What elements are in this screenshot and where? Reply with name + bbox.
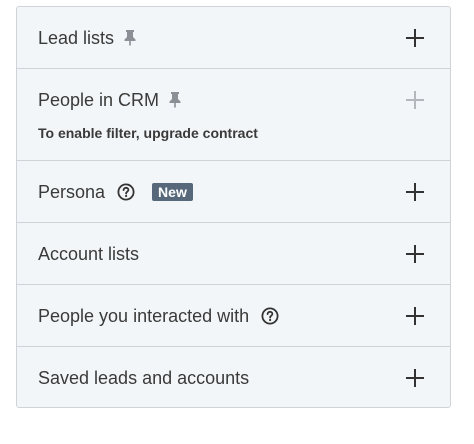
help-icon[interactable] (261, 307, 279, 325)
filter-label-people-in-crm: People in CRM (38, 89, 160, 110)
pin-icon[interactable] (168, 91, 182, 108)
filter-row-lead-lists[interactable]: Lead lists (17, 7, 450, 69)
add-persona-plus-icon[interactable] (406, 183, 424, 201)
pin-icon[interactable] (123, 29, 137, 46)
new-badge: New (152, 183, 193, 201)
filter-label-saved-leads: Saved leads and accounts (38, 367, 250, 388)
filter-row-people-interacted[interactable]: People you interacted with (17, 285, 450, 347)
filter-row-people-in-crm[interactable]: People in CRM To enable filter, upgrade … (17, 69, 450, 161)
add-people-in-crm-plus-icon (406, 91, 424, 109)
help-icon[interactable] (117, 183, 135, 201)
filter-label-people-interacted: People you interacted with (38, 305, 250, 326)
add-people-interacted-plus-icon[interactable] (406, 307, 424, 325)
filter-label-lead-lists: Lead lists (38, 27, 115, 48)
filter-row-saved-leads[interactable]: Saved leads and accounts (17, 347, 450, 407)
add-lead-lists-plus-icon[interactable] (406, 29, 424, 47)
upgrade-contract-notice: To enable filter, upgrade contract (38, 125, 258, 141)
add-saved-leads-plus-icon[interactable] (406, 369, 424, 387)
add-account-lists-plus-icon[interactable] (406, 245, 424, 263)
filter-label-account-lists: Account lists (38, 243, 140, 264)
filter-row-persona[interactable]: Persona New (17, 161, 450, 223)
filter-row-account-lists[interactable]: Account lists (17, 223, 450, 285)
filter-panel: Lead lists People in CRM To enable filte… (16, 6, 451, 408)
filter-label-persona: Persona (38, 181, 106, 202)
